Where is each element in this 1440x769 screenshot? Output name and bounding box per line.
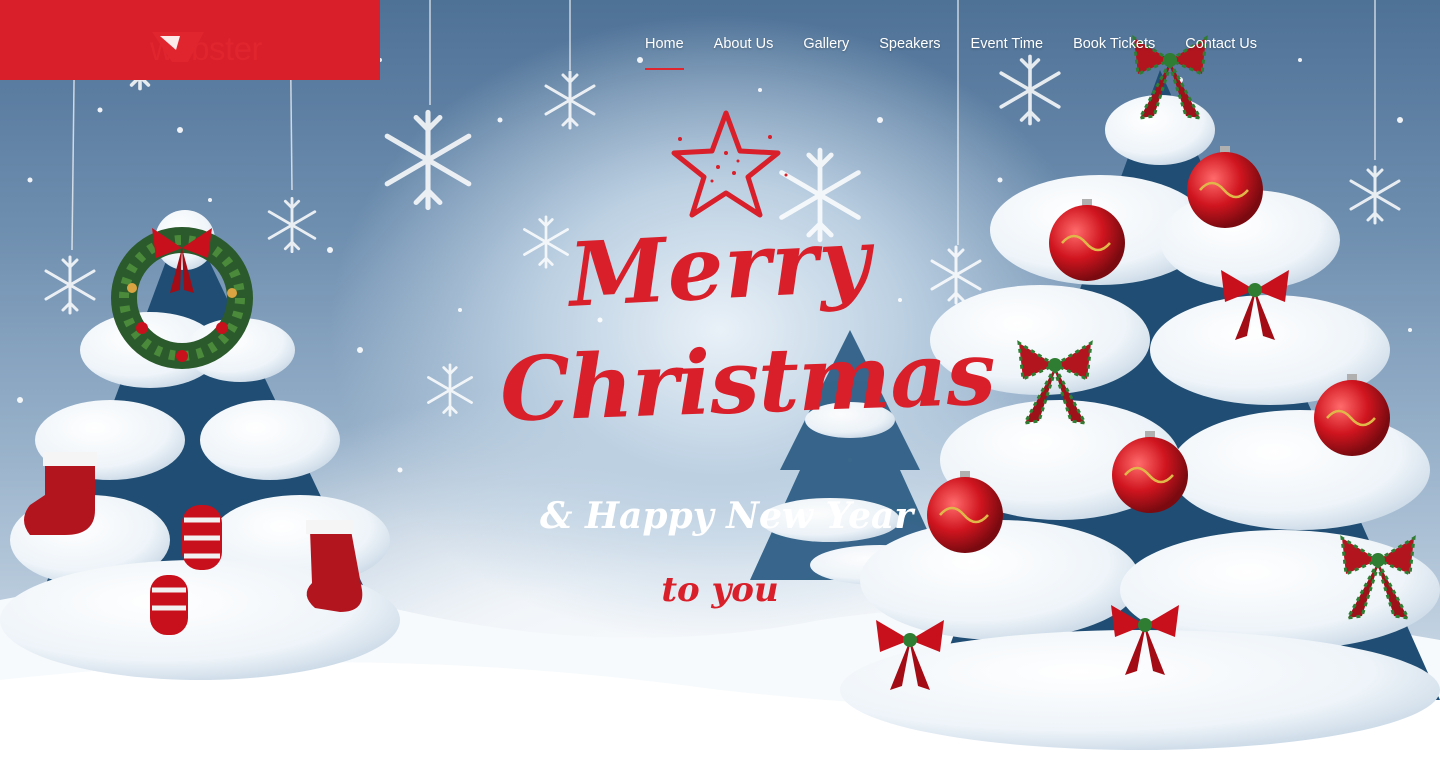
- nav-item-book-tickets[interactable]: Book Tickets: [1058, 34, 1170, 64]
- greeting-christmas: Christmas: [498, 320, 997, 442]
- greeting-merry: Merry: [566, 207, 874, 327]
- star-icon: [671, 110, 788, 218]
- webster-logo-icon: [152, 32, 204, 62]
- greeting-happy-new-year: & Happy New Year: [540, 495, 914, 537]
- main-nav: Home About Us Gallery Speakers Event Tim…: [612, 34, 1272, 70]
- nav-item-contact-us[interactable]: Contact Us: [1170, 34, 1272, 64]
- greeting-to-you: to you: [661, 570, 779, 610]
- hero-background: Merry Christmas & Happy New Year to you …: [0, 0, 1440, 769]
- nav-item-gallery[interactable]: Gallery: [788, 34, 864, 64]
- nav-item-about-us[interactable]: About Us: [699, 34, 789, 64]
- nav-item-speakers[interactable]: Speakers: [864, 34, 955, 64]
- nav-item-home[interactable]: Home: [630, 34, 699, 70]
- brand-logo[interactable]: webster: [150, 28, 263, 68]
- nav-item-event-time[interactable]: Event Time: [956, 34, 1059, 64]
